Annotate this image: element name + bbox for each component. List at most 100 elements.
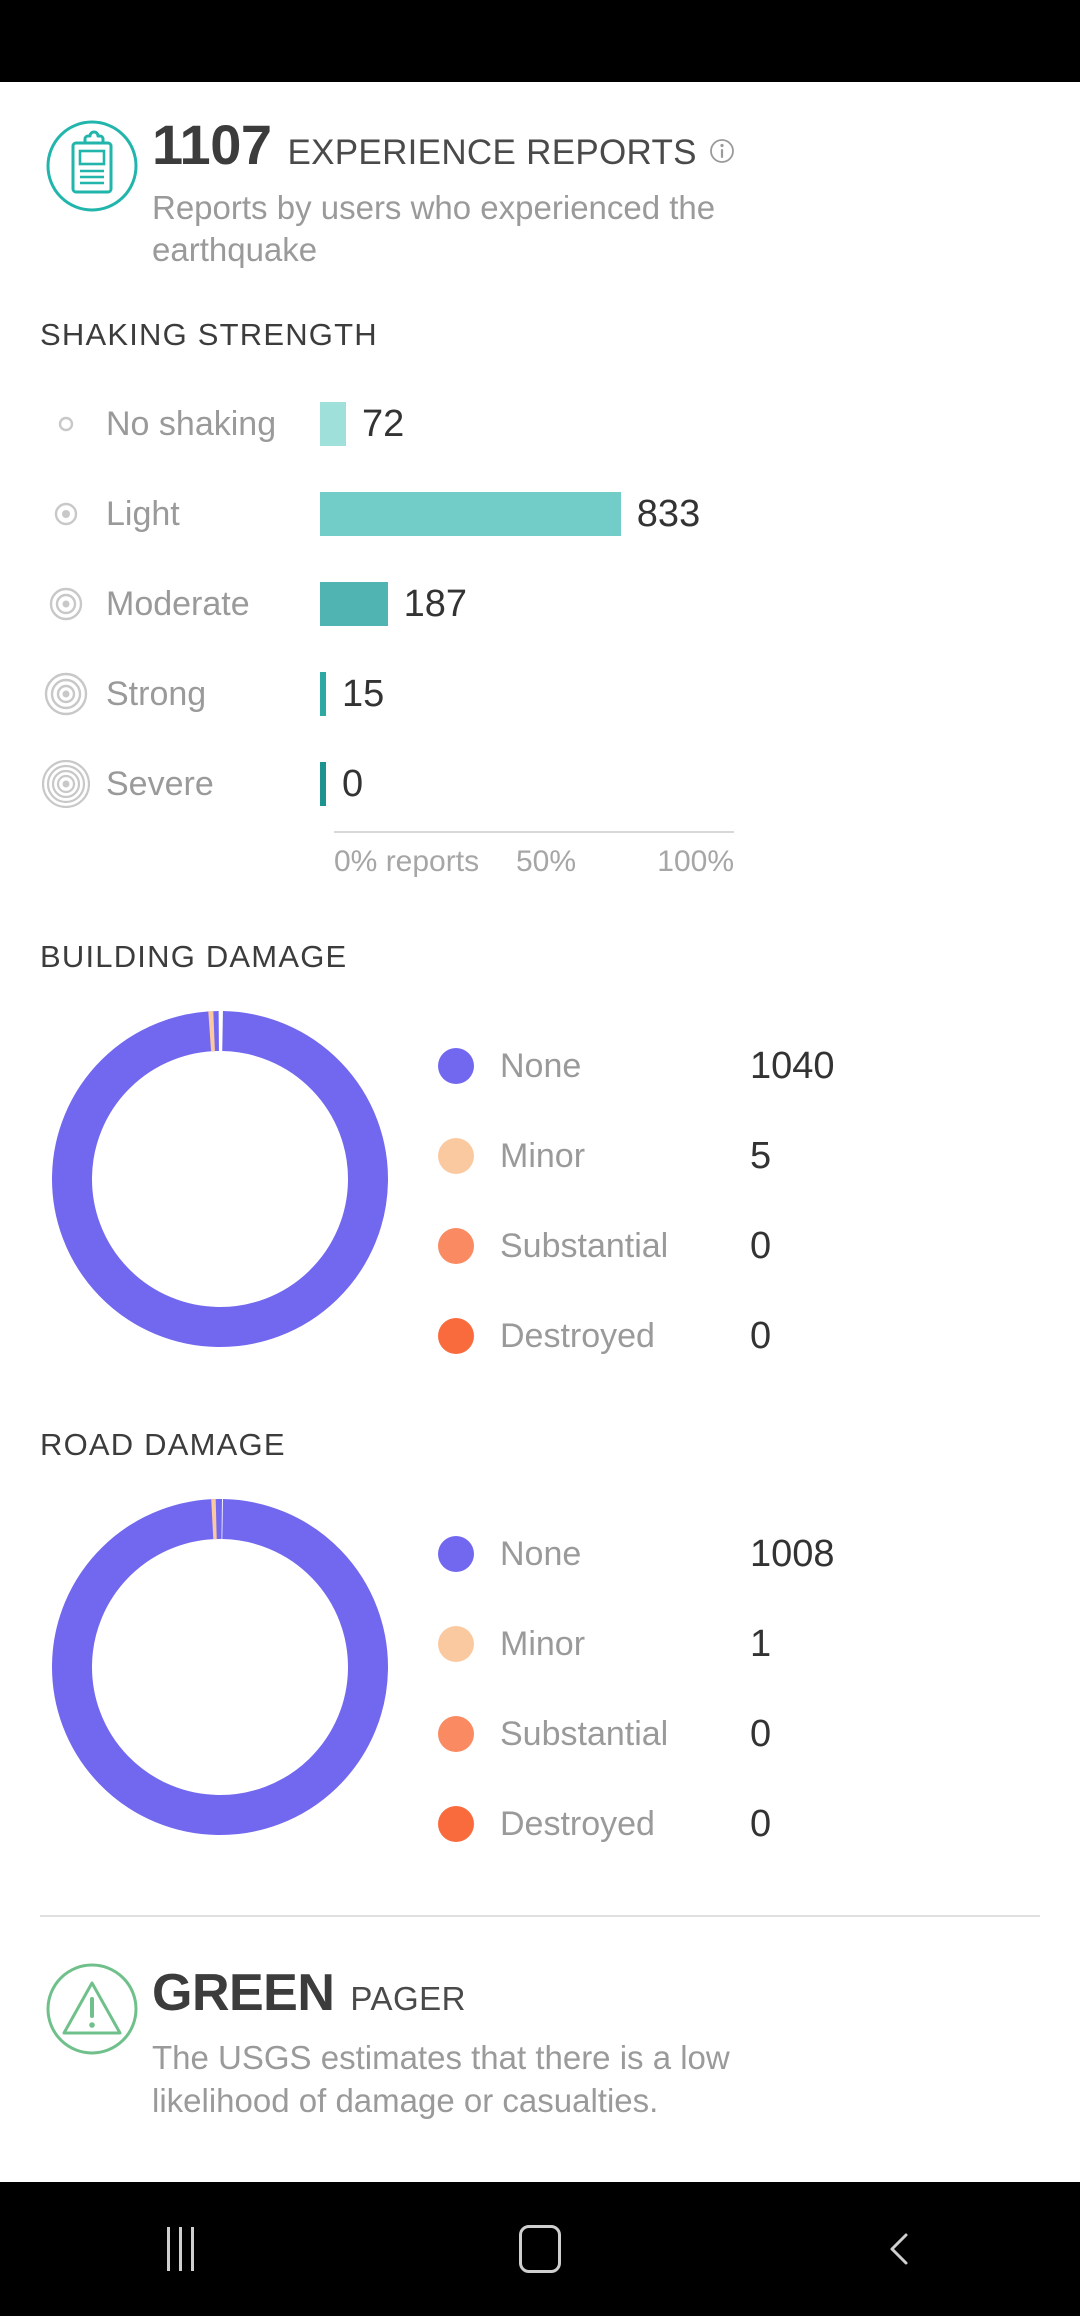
rings-4-icon: [40, 670, 92, 718]
building-damage-chart: None 1040 Minor 5 Substantial 0 Destroye…: [0, 999, 1080, 1381]
legend-value: 0: [750, 1802, 772, 1845]
home-icon[interactable]: [460, 2182, 620, 2316]
shaking-label: Severe: [106, 764, 214, 803]
road-damage-title: ROAD DAMAGE: [40, 1427, 286, 1463]
pager-text-block: GREEN PAGER The USGS estimates that ther…: [152, 1957, 852, 2123]
legend-label: None: [500, 1534, 582, 1573]
legend-dot-none: [438, 1536, 474, 1573]
shaking-row-light: Light 833: [40, 469, 1040, 559]
warning-triangle-icon: [40, 1957, 144, 2061]
pager-section: GREEN PAGER The USGS estimates that ther…: [0, 1917, 1080, 2123]
legend-item-minor: Minor 5: [438, 1111, 1040, 1201]
shaking-strength-title: SHAKING STRENGTH: [40, 317, 378, 353]
rings-5-icon: [40, 760, 92, 809]
legend-label: Minor: [500, 1624, 586, 1663]
experience-reports-description: Reports by users who experienced the ear…: [152, 189, 716, 269]
shaking-row-moderate: Moderate 187: [40, 559, 1040, 649]
rings-1-icon: [40, 400, 92, 448]
legend-dot-minor: [438, 1626, 474, 1663]
status-bar: [0, 0, 1080, 82]
shaking-bar-track: 187: [320, 582, 1040, 627]
legend-value: 1008: [750, 1532, 835, 1575]
shaking-bar: [320, 582, 388, 627]
app-root: 1107 EXPERIENCE REPORTS Reports by users…: [0, 0, 1080, 2316]
road-damage-legend: None 1008 Minor 1 Substantial 0 Destroye…: [438, 1487, 1040, 1869]
axis-line: [334, 831, 734, 834]
legend-dot-none: [438, 1048, 474, 1085]
rings-3-icon: [40, 580, 92, 628]
shaking-label: No shaking: [106, 404, 277, 443]
pager-word: PAGER: [350, 1980, 467, 2018]
legend-value: 5: [750, 1134, 772, 1177]
shaking-value: 15: [342, 672, 385, 715]
legend-dot-destroyed: [438, 1318, 474, 1355]
legend-label: Minor: [500, 1136, 586, 1175]
header-text-block: 1107 EXPERIENCE REPORTS Reports by users…: [152, 104, 852, 271]
earthquake-report-sheet: 1107 EXPERIENCE REPORTS Reports by users…: [0, 82, 1080, 2182]
shaking-bar: [320, 492, 621, 537]
header-title-row: 1107 EXPERIENCE REPORTS: [152, 112, 852, 177]
legend-value: 1: [750, 1622, 772, 1665]
shaking-row-strong: Strong 15: [40, 649, 1040, 739]
legend-label: Destroyed: [500, 1804, 655, 1843]
clipboard-report-icon: [40, 114, 144, 218]
pager-level: GREEN: [152, 1964, 335, 2023]
building-damage-title: BUILDING DAMAGE: [40, 939, 348, 975]
shaking-bar: [320, 402, 346, 447]
road-damage-chart: None 1008 Minor 1 Substantial 0 Destroye…: [0, 1487, 1080, 1869]
legend-item-destroyed: Destroyed 0: [438, 1779, 1040, 1869]
legend-item-none: None 1008: [438, 1509, 1040, 1599]
shaking-strength-chart: No shaking 72 Light 833 Moderate 187 Str…: [0, 379, 1080, 893]
axis-tick-100: 100%: [657, 845, 734, 879]
legend-dot-substantial: [438, 1228, 474, 1265]
legend-value: 0: [750, 1712, 772, 1755]
shaking-value: 72: [362, 402, 405, 445]
shaking-value: 0: [342, 762, 364, 805]
building-damage-donut: [40, 999, 400, 1359]
shaking-bar-track: 0: [320, 762, 1040, 807]
shaking-bar: [320, 672, 326, 717]
legend-item-substantial: Substantial 0: [438, 1689, 1040, 1779]
back-icon[interactable]: [820, 2182, 980, 2316]
android-nav-bar: [0, 2182, 1080, 2316]
shaking-bar-track: 833: [320, 492, 1040, 537]
pager-title-row: GREEN PAGER: [152, 1963, 852, 2023]
legend-dot-destroyed: [438, 1806, 474, 1843]
legend-item-none: None 1040: [438, 1021, 1040, 1111]
recents-icon[interactable]: [100, 2182, 260, 2316]
axis-tick-50: 50%: [516, 845, 577, 879]
legend-dot-substantial: [438, 1716, 474, 1753]
experience-reports-label: EXPERIENCE REPORTS: [287, 133, 697, 172]
shaking-value: 833: [636, 492, 701, 535]
shaking-row-no-shaking: No shaking 72: [40, 379, 1040, 469]
pager-description: The USGS estimates that there is a low l…: [152, 2039, 730, 2120]
shaking-value: 187: [403, 582, 467, 625]
experience-reports-header: 1107 EXPERIENCE REPORTS Reports by users…: [0, 82, 1080, 271]
shaking-label: Light: [106, 494, 180, 533]
donut-slice-none: [51, 1499, 388, 1836]
legend-dot-minor: [438, 1138, 474, 1175]
legend-value: 1040: [750, 1044, 835, 1087]
info-circle-icon[interactable]: [709, 138, 735, 169]
legend-label: Substantial: [500, 1226, 669, 1265]
building-damage-legend: None 1040 Minor 5 Substantial 0 Destroye…: [438, 999, 1040, 1381]
rings-2-icon: [40, 490, 92, 538]
shaking-axis: 0% reports 50% 100%: [40, 831, 1040, 893]
legend-value: 0: [750, 1314, 772, 1357]
shaking-bar-track: 15: [320, 672, 1040, 717]
legend-value: 0: [750, 1224, 772, 1267]
legend-item-destroyed: Destroyed 0: [438, 1291, 1040, 1381]
shaking-bar: [320, 762, 326, 807]
legend-label: None: [500, 1046, 582, 1085]
axis-tick-0: 0% reports: [334, 845, 480, 879]
axis-tick-labels: 0% reports 50% 100%: [334, 845, 734, 893]
shaking-bar-track: 72: [320, 402, 1040, 447]
experience-reports-count: 1107: [152, 113, 272, 176]
road-damage-donut: [40, 1487, 400, 1847]
shaking-row-severe: Severe 0: [40, 739, 1040, 829]
legend-item-substantial: Substantial 0: [438, 1201, 1040, 1291]
legend-label: Destroyed: [500, 1316, 655, 1355]
donut-slice-none: [51, 1011, 388, 1348]
shaking-label: Moderate: [106, 584, 250, 623]
legend-label: Substantial: [500, 1714, 669, 1753]
